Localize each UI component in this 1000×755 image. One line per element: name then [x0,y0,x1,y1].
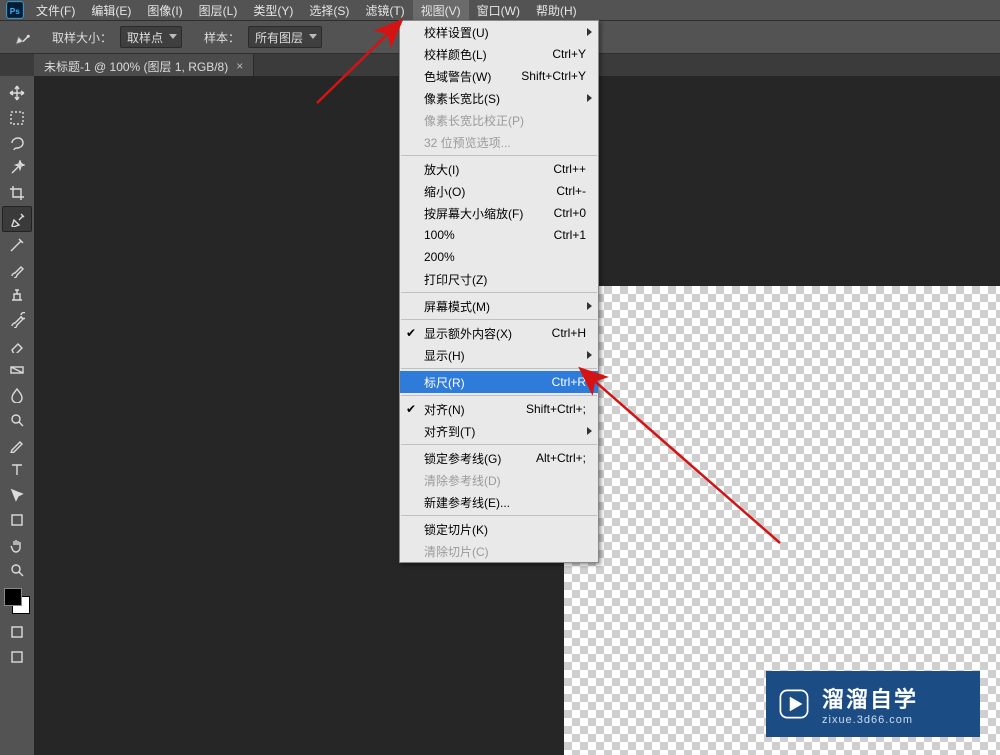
menu-item-色域警告[interactable]: 色域警告(W)Shift+Ctrl+Y [400,65,598,87]
menu-separator [401,368,597,369]
menu-item-放大[interactable]: 放大(I)Ctrl++ [400,158,598,180]
eyedropper-tool[interactable] [2,206,32,232]
menu-选择[interactable]: 选择(S) [301,0,357,20]
menu-item-屏幕模式[interactable]: 屏幕模式(M) [400,295,598,317]
watermark: 溜溜自学 zixue.3d66.com [766,671,980,737]
menu-item-32 位预览选项: 32 位预览选项... [400,131,598,153]
close-icon[interactable]: × [236,59,243,73]
menu-窗口[interactable]: 窗口(W) [469,0,528,20]
hand-tool[interactable] [3,533,31,557]
sample-size-select[interactable]: 取样点 [120,26,182,48]
current-tool-icon[interactable] [8,25,38,49]
watermark-title: 溜溜自学 [822,682,918,714]
gradient-tool[interactable] [3,358,31,382]
menu-item-清除参考线: 清除参考线(D) [400,469,598,491]
menu-item-新建参考线[interactable]: 新建参考线(E)... [400,491,598,513]
move-tool[interactable] [3,81,31,105]
menu-item-200%[interactable]: 200% [400,246,598,268]
menu-滤镜[interactable]: 滤镜(T) [357,0,412,20]
dodge-tool[interactable] [3,408,31,432]
menu-item-校样设置[interactable]: 校样设置(U) [400,21,598,43]
menu-item-按屏幕大小缩放[interactable]: 按屏幕大小缩放(F)Ctrl+0 [400,202,598,224]
magic-wand-tool[interactable] [3,156,31,180]
document-tab[interactable]: 未标题-1 @ 100% (图层 1, RGB/8) × [34,54,254,78]
sample-size-label: 取样大小： [52,29,112,46]
pen-tool[interactable] [3,433,31,457]
svg-text:Ps: Ps [10,7,21,16]
zoom-tool[interactable] [3,558,31,582]
menu-item-显示额外内容[interactable]: ✔显示额外内容(X)Ctrl+H [400,322,598,344]
menu-item-显示[interactable]: 显示(H) [400,344,598,366]
app-logo: Ps [2,0,28,20]
menu-separator [401,395,597,396]
document-tab-title: 未标题-1 @ 100% (图层 1, RGB/8) [44,58,228,75]
color-swatches[interactable] [4,588,30,614]
menu-item-锁定切片[interactable]: 锁定切片(K) [400,518,598,540]
toolbox [0,76,35,755]
menu-separator [401,155,597,156]
menu-separator [401,319,597,320]
menu-separator [401,515,597,516]
menu-separator [401,292,597,293]
menu-item-像素长宽比[interactable]: 像素长宽比(S) [400,87,598,109]
menu-item-缩小[interactable]: 缩小(O)Ctrl+- [400,180,598,202]
menu-类型[interactable]: 类型(Y) [245,0,301,20]
menu-item-锁定参考线[interactable]: 锁定参考线(G)Alt+Ctrl+; [400,447,598,469]
sample-label: 样本： [204,29,240,46]
menu-帮助[interactable]: 帮助(H) [528,0,585,20]
menu-图层[interactable]: 图层(L) [191,0,246,20]
menu-item-清除切片: 清除切片(C) [400,540,598,562]
type-tool[interactable] [3,458,31,482]
path-select-tool[interactable] [3,483,31,507]
menu-item-100%[interactable]: 100%Ctrl+1 [400,224,598,246]
menu-separator [401,444,597,445]
view-menu-dropdown[interactable]: 校样设置(U)校样颜色(L)Ctrl+Y色域警告(W)Shift+Ctrl+Y像… [399,20,599,563]
quick-mask-icon[interactable] [3,620,31,644]
lasso-tool[interactable] [3,131,31,155]
menu-bar: Ps 文件(F)编辑(E)图像(I)图层(L)类型(Y)选择(S)滤镜(T)视图… [0,0,1000,20]
clone-stamp-tool[interactable] [3,283,31,307]
brush-tool[interactable] [3,258,31,282]
watermark-subtitle: zixue.3d66.com [822,714,918,726]
menu-item-标尺[interactable]: 标尺(R)Ctrl+R [400,371,598,393]
spot-heal-tool[interactable] [3,233,31,257]
menu-文件[interactable]: 文件(F) [28,0,83,20]
menu-item-对齐[interactable]: ✔对齐(N)Shift+Ctrl+; [400,398,598,420]
crop-tool[interactable] [3,181,31,205]
eraser-tool[interactable] [3,333,31,357]
sample-select[interactable]: 所有图层 [248,26,322,48]
menu-item-像素长宽比校正: 像素长宽比校正(P) [400,109,598,131]
blur-tool[interactable] [3,383,31,407]
menu-编辑[interactable]: 编辑(E) [83,0,139,20]
menu-图像[interactable]: 图像(I) [139,0,190,20]
history-brush-tool[interactable] [3,308,31,332]
watermark-play-icon [766,687,822,721]
menu-item-校样颜色[interactable]: 校样颜色(L)Ctrl+Y [400,43,598,65]
screen-mode-icon[interactable] [3,645,31,669]
marquee-tool[interactable] [3,106,31,130]
menu-视图[interactable]: 视图(V) [413,0,469,20]
shape-tool[interactable] [3,508,31,532]
menu-item-对齐到[interactable]: 对齐到(T) [400,420,598,442]
menu-item-打印尺寸[interactable]: 打印尺寸(Z) [400,268,598,290]
